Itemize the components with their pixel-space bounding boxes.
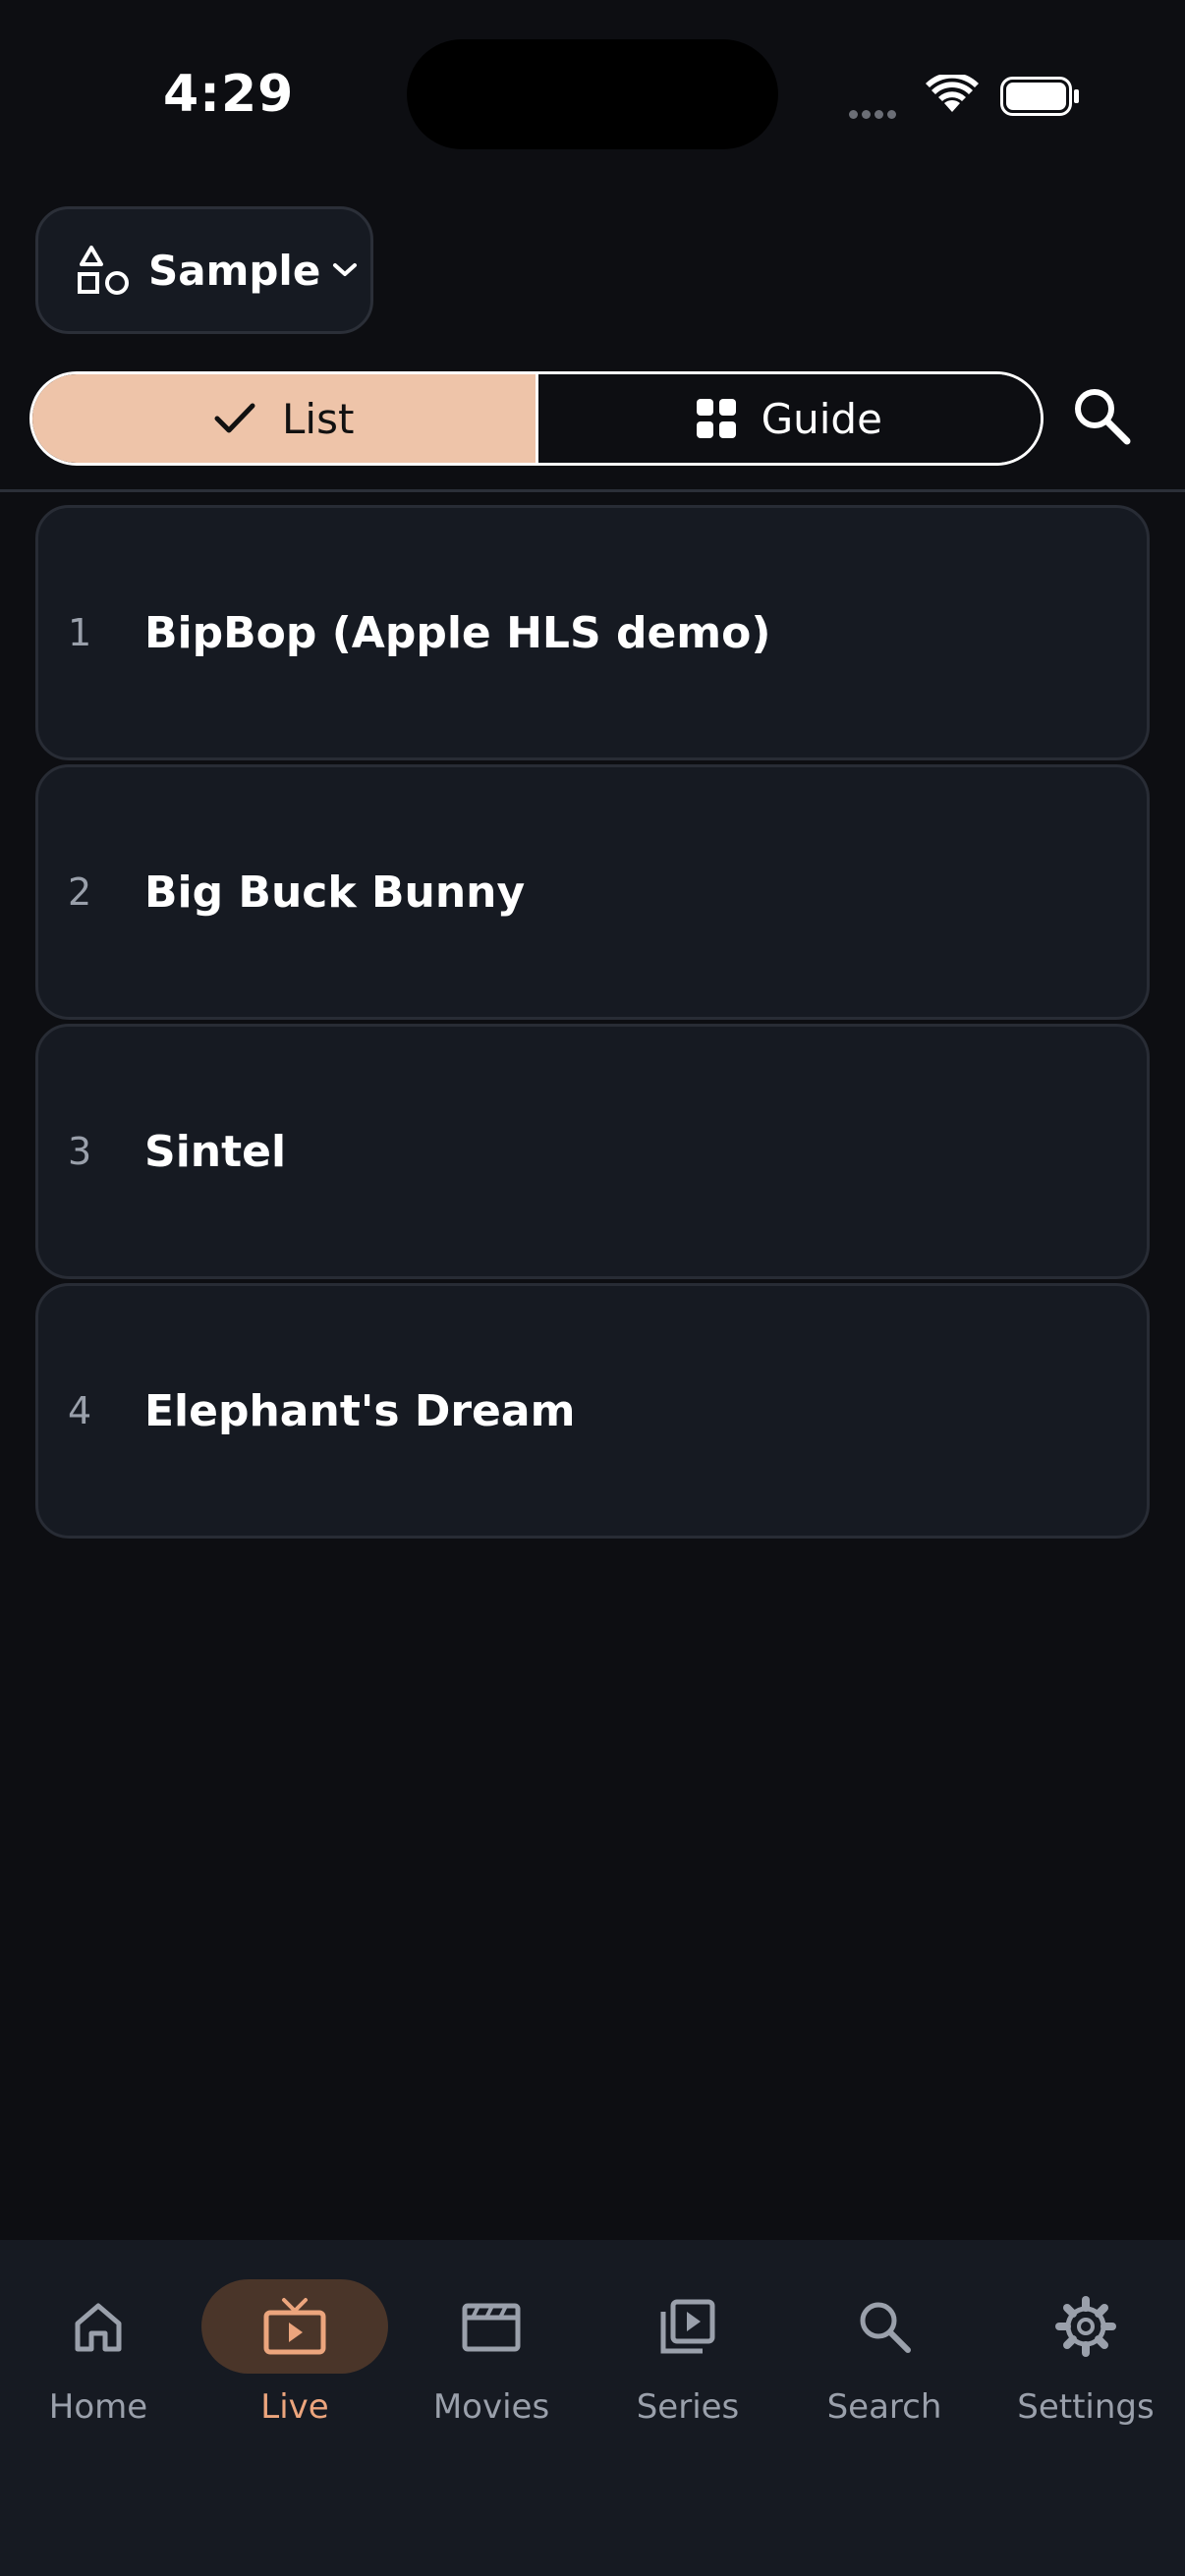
- channel-row[interactable]: 3 Sintel: [35, 1024, 1150, 1279]
- view-toggle: List Guide: [29, 371, 1044, 466]
- tab-label: Settings: [1017, 2387, 1155, 2427]
- shapes-icon: [78, 246, 129, 295]
- tab-movies[interactable]: Movies: [393, 2279, 590, 2476]
- channel-number: 1: [68, 611, 92, 654]
- tv-icon: [263, 2298, 326, 2355]
- tab-settings[interactable]: Settings: [988, 2279, 1184, 2476]
- tab-home[interactable]: Home: [0, 2279, 197, 2476]
- video-library-icon: [660, 2299, 715, 2354]
- wifi-icon: [926, 75, 979, 112]
- tab-label: Home: [48, 2387, 148, 2427]
- chevron-down-icon: [333, 263, 358, 276]
- status-time: 4:29: [163, 65, 295, 124]
- channel-row[interactable]: 2 Big Buck Bunny: [35, 764, 1150, 1020]
- tab-label: Search: [826, 2387, 942, 2427]
- channel-list: 1 BipBop (Apple HLS demo) 2 Big Buck Bun…: [35, 505, 1150, 1542]
- tab-bar: Home Live Movies Series Search Settings: [0, 2240, 1185, 2576]
- checkmark-icon: [214, 403, 255, 433]
- guide-view-label: Guide: [761, 394, 882, 443]
- tab-series[interactable]: Series: [590, 2279, 786, 2476]
- search-button[interactable]: [1071, 385, 1132, 446]
- tab-label: Live: [260, 2387, 329, 2427]
- channel-row[interactable]: 1 BipBop (Apple HLS demo): [35, 505, 1150, 760]
- list-view-button[interactable]: List: [32, 374, 538, 463]
- tab-live[interactable]: Live: [197, 2279, 393, 2476]
- status-bar: 4:29: [0, 0, 1185, 187]
- channel-name: Elephant's Dream: [144, 1385, 576, 1436]
- search-icon: [860, 2302, 911, 2353]
- tab-search[interactable]: Search: [786, 2279, 983, 2476]
- channel-name: BipBop (Apple HLS demo): [144, 607, 771, 658]
- cellular-signal-icon: [849, 104, 900, 123]
- battery-icon: [1000, 77, 1079, 116]
- tab-label: Series: [636, 2387, 740, 2427]
- gear-icon: [1055, 2296, 1116, 2357]
- divider: [0, 489, 1185, 492]
- dynamic-island: [407, 39, 778, 149]
- channel-number: 2: [68, 870, 92, 914]
- playlist-picker-button[interactable]: Sample: [35, 206, 373, 334]
- channel-number: 3: [68, 1130, 92, 1173]
- channel-name: Sintel: [144, 1126, 287, 1177]
- home-icon: [75, 2303, 122, 2352]
- channel-row[interactable]: 4 Elephant's Dream: [35, 1283, 1150, 1539]
- playlist-name: Sample: [148, 246, 321, 295]
- tab-label: Movies: [432, 2387, 550, 2427]
- guide-view-button[interactable]: Guide: [537, 374, 1041, 463]
- list-view-label: List: [282, 394, 355, 443]
- clapperboard-icon: [462, 2303, 521, 2352]
- grid-icon: [696, 399, 736, 438]
- channel-number: 4: [68, 1389, 92, 1432]
- channel-name: Big Buck Bunny: [144, 867, 526, 918]
